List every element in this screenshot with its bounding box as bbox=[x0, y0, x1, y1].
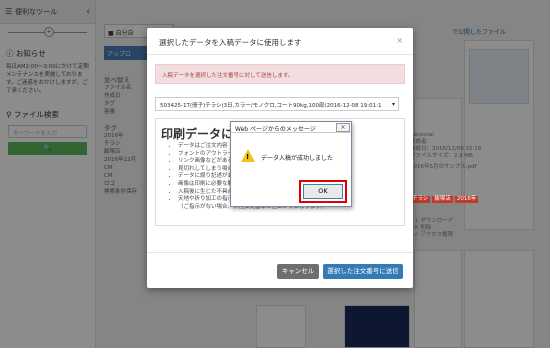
download-action[interactable]: ↓ ダウンロード bbox=[414, 218, 453, 225]
dialog-message: データ入稿が成功しました bbox=[261, 155, 334, 162]
trash-icon: ✕ bbox=[414, 225, 419, 231]
delete-label: 削除 bbox=[420, 225, 432, 231]
access-action[interactable]: ✓ アクセス権限 bbox=[414, 232, 453, 239]
access-label: アクセス権限 bbox=[420, 232, 454, 238]
ok-button[interactable]: OK bbox=[303, 184, 343, 199]
card-author: 作成者： bbox=[410, 139, 433, 145]
modal-close-icon[interactable]: × bbox=[396, 36, 403, 45]
download-label: ダウンロード bbox=[420, 218, 454, 224]
card-owner: personal bbox=[410, 132, 434, 138]
card-actions: ↓ ダウンロード ✕ 削除 ✓ アクセス権限 bbox=[414, 218, 453, 239]
send-to-order-button[interactable]: 選択した注文番号に送信 bbox=[323, 264, 403, 279]
delete-action[interactable]: ✕ 削除 bbox=[414, 225, 453, 232]
modal-alert: 入稿データを選択した注文番号に対して送信します。 bbox=[155, 64, 405, 84]
card-tag[interactable]: チラシ bbox=[410, 196, 431, 203]
modal-footer-divider bbox=[147, 252, 413, 253]
card-tag[interactable]: 飯塚店 bbox=[432, 196, 453, 203]
card-size: ファイルサイズ：2.9 MB bbox=[410, 153, 473, 159]
card-details: personal 作成者： 作成日：2016/12/08 15:18 ファイルサ… bbox=[410, 132, 481, 171]
modal-divider bbox=[147, 54, 413, 55]
order-select-value: 503425-1T(冊子)チラシ(3日,カラー/モノクロ,コート90kg,100… bbox=[160, 103, 382, 109]
modal-title: 選択したデータを入稿データに使用します bbox=[159, 38, 302, 47]
card-filename: 2016年5月のサンプル.pdf bbox=[410, 164, 477, 170]
lock-icon: ✓ bbox=[414, 232, 419, 238]
web-message-dialog: Web ページからのメッセージ × ! データ入稿が成功しました OK bbox=[230, 121, 352, 207]
cancel-button[interactable]: キャンセル bbox=[277, 264, 319, 279]
card-tag[interactable]: 2016年 bbox=[454, 196, 479, 203]
dialog-close-icon[interactable]: × bbox=[336, 123, 350, 132]
card-tags: チラシ 飯塚店 2016年 bbox=[410, 196, 479, 203]
download-icon: ↓ bbox=[414, 218, 419, 224]
card-date: 作成日：2016/12/08 15:18 bbox=[410, 146, 482, 152]
chevron-down-icon: ▾ bbox=[391, 101, 395, 108]
dialog-title: Web ページからのメッセージ bbox=[231, 122, 351, 133]
warning-icon-mark: ! bbox=[246, 153, 250, 161]
order-select[interactable]: 503425-1T(冊子)チラシ(3日,カラー/モノクロ,コート90kg,100… bbox=[155, 97, 399, 111]
